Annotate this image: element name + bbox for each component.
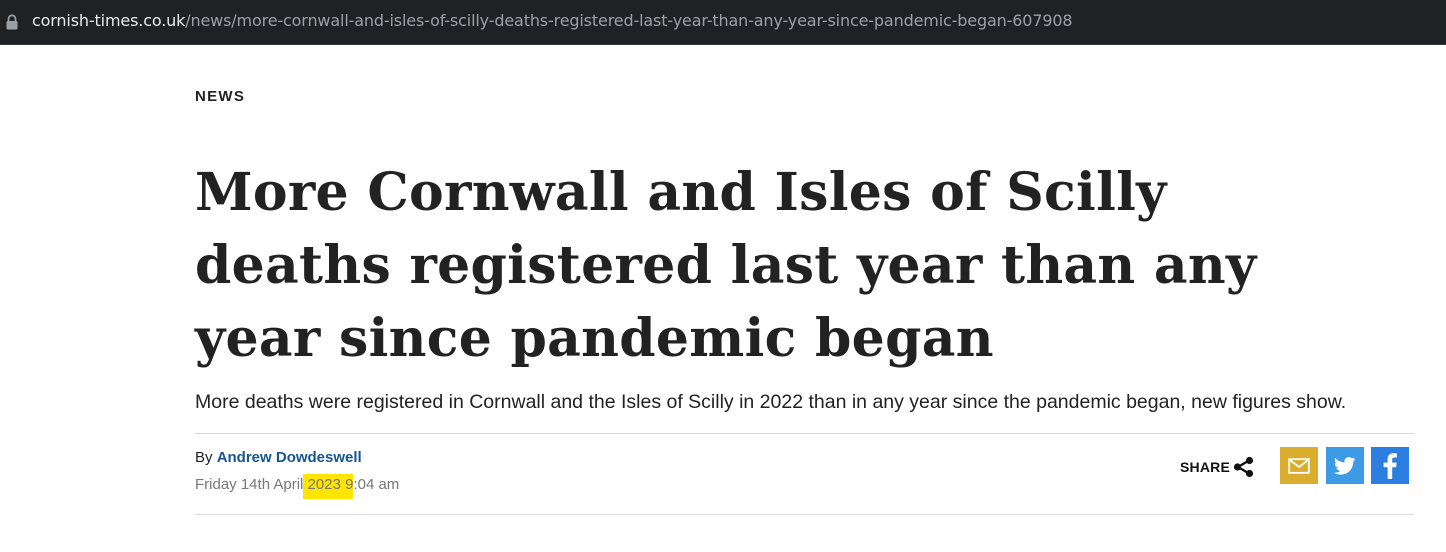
url-domain: cornish-times.co.uk [32, 11, 186, 30]
byline-prefix: By [195, 449, 217, 466]
section-label[interactable]: NEWS [195, 88, 245, 105]
date-text: Friday 14th April [195, 476, 304, 493]
divider-top [195, 433, 1414, 434]
publish-date: Friday 14th April 2023 9:04 am [195, 474, 400, 499]
article-standfirst: More deaths were registered in Cornwall … [195, 391, 1347, 413]
browser-address-bar[interactable]: cornish-times.co.uk/news/more-cornwall-a… [0, 0, 1446, 45]
share-label: SHARE [1180, 459, 1231, 475]
url-text[interactable]: cornish-times.co.uk/news/more-cornwall-a… [32, 11, 1073, 31]
date-highlight: 2023 9 [303, 474, 354, 499]
lock-icon [6, 14, 18, 30]
divider-bottom [195, 514, 1414, 515]
url-path: /news/more-cornwall-and-isles-of-scilly-… [185, 11, 1073, 30]
byline: By Andrew Dowdeswell [195, 448, 362, 468]
share-email-button[interactable] [1280, 447, 1318, 484]
share-facebook-button[interactable] [1371, 447, 1409, 484]
twitter-bird-icon [1334, 456, 1356, 475]
share-twitter-button[interactable] [1326, 447, 1364, 484]
date-text-end: :04 am [353, 476, 400, 493]
share-icon [1233, 456, 1254, 478]
share-control[interactable]: SHARE [1180, 456, 1255, 478]
author-link[interactable]: Andrew Dowdeswell [217, 449, 362, 466]
envelope-icon [1288, 457, 1310, 474]
facebook-f-icon [1383, 452, 1397, 479]
article-headline: More Cornwall and Isles of Scilly deaths… [195, 162, 1257, 369]
